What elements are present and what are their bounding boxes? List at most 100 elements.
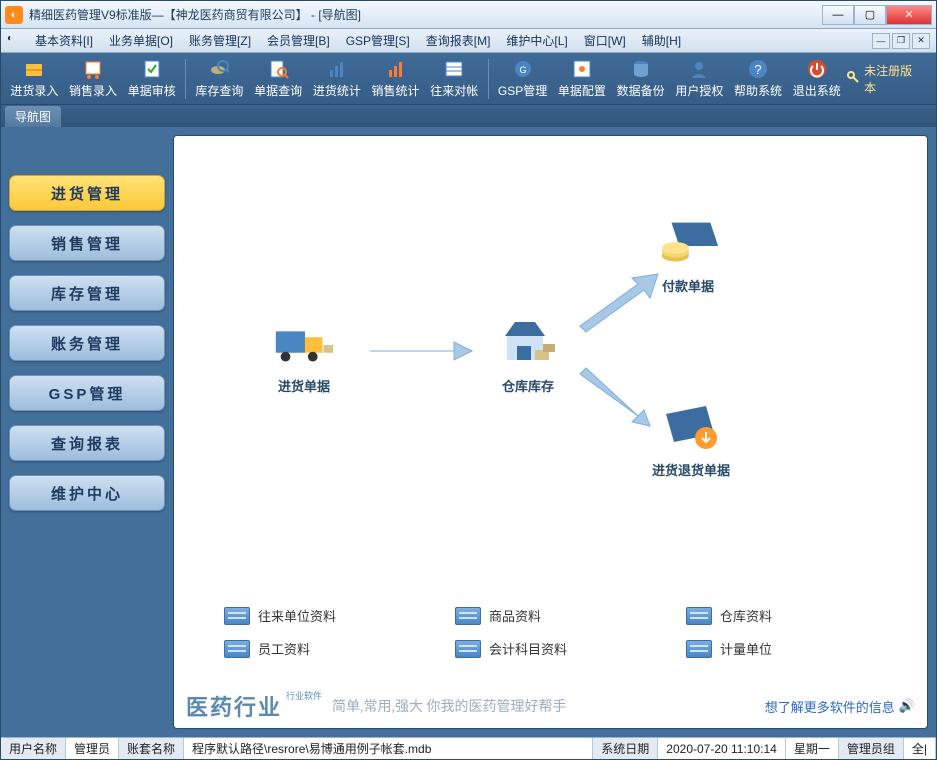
ledger-icon bbox=[443, 58, 465, 80]
menu-bills[interactable]: 业务单据[O] bbox=[101, 32, 181, 49]
node-payment[interactable]: 付款单据 bbox=[654, 216, 722, 295]
tool-label: 进货录入 bbox=[10, 82, 58, 99]
menu-members[interactable]: 会员管理[B] bbox=[259, 32, 338, 49]
mdi-restore[interactable]: ❐ bbox=[892, 33, 910, 49]
shortcut-4[interactable]: 会计科目资料 bbox=[455, 639, 666, 658]
tool-db[interactable]: 数据备份 bbox=[611, 56, 670, 101]
statusbar: 用户名称 管理员 账套名称 程序默认路径\resrore\易博通用例子帐套.md… bbox=[1, 737, 936, 759]
tool-stats-in[interactable]: 进货统计 bbox=[307, 56, 366, 101]
app-icon: ◐ bbox=[5, 6, 23, 24]
tool-user[interactable]: 用户授权 bbox=[670, 56, 729, 101]
exit-icon bbox=[806, 58, 828, 80]
menu-gsp[interactable]: GSP管理[S] bbox=[338, 32, 418, 49]
grid-icon bbox=[686, 640, 712, 658]
tool-label: 帮助系统 bbox=[734, 82, 782, 99]
node-purchase-label: 进货单据 bbox=[278, 376, 330, 395]
tool-label: 进货统计 bbox=[313, 82, 361, 99]
svg-text:G: G bbox=[519, 65, 526, 75]
minimize-button[interactable]: — bbox=[822, 5, 854, 25]
close-button[interactable]: ✕ bbox=[886, 5, 932, 25]
status-group-label: 管理员组 bbox=[839, 738, 904, 759]
grid-icon bbox=[686, 607, 712, 625]
help-icon: ? bbox=[747, 58, 769, 80]
tool-search[interactable]: 库存查询 bbox=[190, 56, 249, 101]
window-title: 精细医药管理V9标准版—【神龙医药商贸有限公司】 - [导航图] bbox=[29, 6, 822, 23]
node-warehouse-label: 仓库库存 bbox=[502, 376, 554, 395]
brand-sub: 行业软件 bbox=[286, 689, 322, 702]
tool-cart[interactable]: 销售录入 bbox=[64, 56, 123, 101]
node-return-label: 进货退货单据 bbox=[652, 460, 730, 479]
maximize-button[interactable]: ▢ bbox=[854, 5, 886, 25]
sidebar-item-3[interactable]: 账务管理 bbox=[9, 325, 165, 361]
doc-search-icon bbox=[267, 58, 289, 80]
shortcut-label: 商品资料 bbox=[489, 606, 541, 625]
tool-help[interactable]: ? 帮助系统 bbox=[729, 56, 788, 101]
tool-doc-search[interactable]: 单据查询 bbox=[249, 56, 308, 101]
status-group-value: 全| bbox=[904, 738, 936, 759]
tool-ledger[interactable]: 往来对帐 bbox=[425, 56, 484, 101]
node-purchase-bill[interactable]: 进货单据 bbox=[270, 316, 338, 395]
arrow-down-icon bbox=[574, 364, 664, 434]
brand-link-text: 想了解更多软件的信息 bbox=[765, 697, 895, 716]
sidebar-item-5[interactable]: 查询报表 bbox=[9, 425, 165, 461]
node-return[interactable]: 进货退货单据 bbox=[652, 400, 730, 479]
shortcut-5[interactable]: 计量单位 bbox=[686, 639, 897, 658]
tool-label: 单据查询 bbox=[254, 82, 302, 99]
node-warehouse[interactable]: 仓库库存 bbox=[494, 316, 562, 395]
tool-label: 销售统计 bbox=[372, 82, 420, 99]
toolbar-sep bbox=[488, 59, 489, 99]
menu-reports[interactable]: 查询报表[M] bbox=[418, 32, 499, 49]
content-pane: 进货单据 仓库库存 付款单据 进货退货单据 bbox=[173, 135, 928, 729]
tabstrip: 导航图 bbox=[1, 105, 936, 127]
key-icon bbox=[846, 70, 860, 87]
tool-config[interactable]: 单据配置 bbox=[553, 56, 612, 101]
grid-icon bbox=[455, 607, 481, 625]
gsp-icon: G bbox=[512, 58, 534, 80]
tool-check[interactable]: 单据审核 bbox=[122, 56, 181, 101]
brand-more-link[interactable]: 想了解更多软件的信息 🔊 bbox=[765, 697, 915, 716]
shortcut-3[interactable]: 员工资料 bbox=[224, 639, 435, 658]
sidebar-item-6[interactable]: 维护中心 bbox=[9, 475, 165, 511]
menu-help[interactable]: 辅助[H] bbox=[634, 32, 689, 49]
truck-icon bbox=[270, 316, 338, 372]
sidebar-item-2[interactable]: 库存管理 bbox=[9, 275, 165, 311]
brand-logo: 医药行业 bbox=[186, 690, 282, 722]
shortcut-2[interactable]: 仓库资料 bbox=[686, 606, 897, 625]
mdi-minimize[interactable]: — bbox=[872, 33, 890, 49]
brand-bar: 医药行业 行业软件 简单,常用,强大 你我的医药管理好帮手 想了解更多软件的信息… bbox=[174, 684, 927, 728]
sidebar-item-1[interactable]: 销售管理 bbox=[9, 225, 165, 261]
menu-basic[interactable]: 基本资料[I] bbox=[27, 32, 101, 49]
tool-label: 数据备份 bbox=[617, 82, 665, 99]
titlebar: ◐ 精细医药管理V9标准版—【神龙医药商贸有限公司】 - [导航图] — ▢ ✕ bbox=[1, 1, 936, 29]
speaker-icon: 🔊 bbox=[899, 698, 915, 714]
shortcut-label: 员工资料 bbox=[258, 639, 310, 658]
shortcut-0[interactable]: 往来单位资料 bbox=[224, 606, 435, 625]
toolbar: 进货录入销售录入单据审核库存查询单据查询进货统计销售统计往来对帐GGSP管理单据… bbox=[1, 53, 936, 105]
menubar: ◐ 基本资料[I] 业务单据[O] 账务管理[Z] 会员管理[B] GSP管理[… bbox=[1, 29, 936, 53]
tool-inbox[interactable]: 进货录入 bbox=[5, 56, 64, 101]
status-date-value: 2020-07-20 11:10:14 bbox=[658, 738, 786, 759]
toolbar-sep bbox=[185, 59, 186, 99]
tool-label: 销售录入 bbox=[69, 82, 117, 99]
menu-maint[interactable]: 维护中心[L] bbox=[498, 32, 575, 49]
db-icon bbox=[630, 58, 652, 80]
brand-slogan: 简单,常用,强大 你我的医药管理好帮手 bbox=[332, 696, 567, 716]
grid-icon bbox=[224, 607, 250, 625]
status-date-label: 系统日期 bbox=[593, 738, 658, 759]
menu-window[interactable]: 窗口[W] bbox=[576, 32, 634, 49]
menu-accounts[interactable]: 账务管理[Z] bbox=[181, 32, 259, 49]
sidebar-item-0[interactable]: 进货管理 bbox=[9, 175, 165, 211]
tool-stats-out[interactable]: 销售统计 bbox=[366, 56, 425, 101]
status-acct-value: 程序默认路径\resrore\易博通用例子帐套.mdb bbox=[184, 738, 593, 759]
shortcut-1[interactable]: 商品资料 bbox=[455, 606, 666, 625]
tab-nav[interactable]: 导航图 bbox=[5, 106, 61, 127]
mdi-close[interactable]: ✕ bbox=[912, 33, 930, 49]
node-payment-label: 付款单据 bbox=[662, 276, 714, 295]
tool-gsp[interactable]: GGSP管理 bbox=[493, 56, 553, 101]
tool-label: 单据审核 bbox=[128, 82, 176, 99]
sidebar-item-4[interactable]: GSP管理 bbox=[9, 375, 165, 411]
tool-label: 单据配置 bbox=[558, 82, 606, 99]
tool-exit[interactable]: 退出系统 bbox=[787, 56, 846, 101]
svg-text:?: ? bbox=[754, 62, 761, 77]
status-user-label: 用户名称 bbox=[1, 738, 66, 759]
